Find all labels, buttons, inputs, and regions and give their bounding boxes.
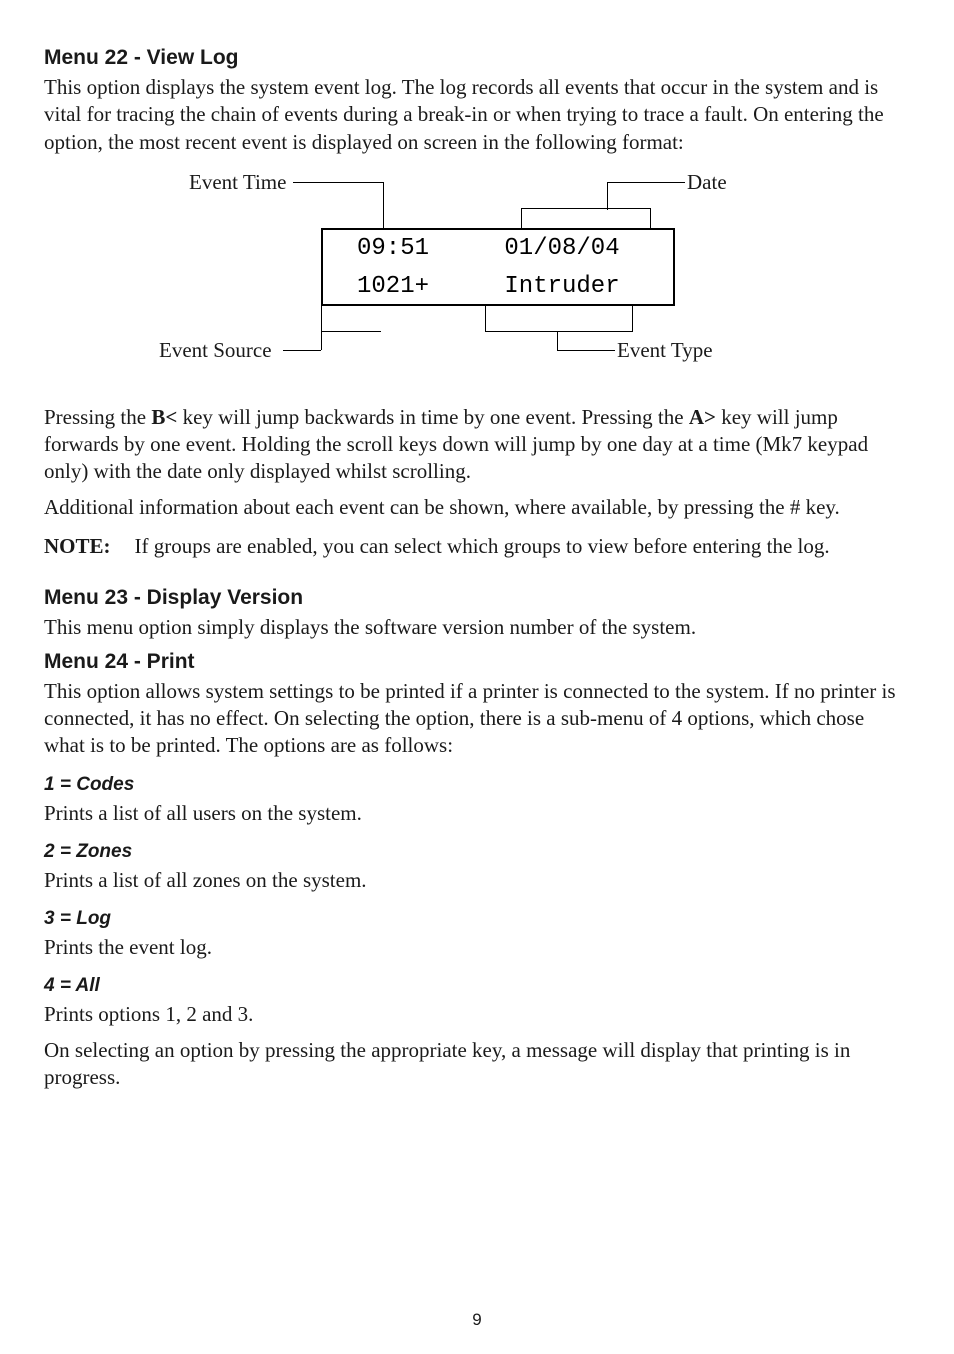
line-type-v xyxy=(557,332,558,350)
label-event-time: Event Time xyxy=(189,170,286,195)
type-frame xyxy=(485,306,633,332)
option-4-heading: 4 = All xyxy=(44,975,910,997)
option-3-heading: 3 = Log xyxy=(44,908,910,930)
key-a-fwd: A> xyxy=(689,405,716,429)
option-1-text: Prints a list of all users on the system… xyxy=(44,800,910,827)
option-3-text: Prints the event log. xyxy=(44,934,910,961)
menu23-heading: Menu 23 - Display Version xyxy=(44,586,910,610)
line-event-time-h xyxy=(293,182,383,183)
event-log-diagram: Event Time Date Event Source Event Type … xyxy=(117,170,837,380)
menu22-paragraph-3: Additional information about each event … xyxy=(44,494,910,521)
option-2-text: Prints a list of all zones on the system… xyxy=(44,867,910,894)
option-1-heading: 1 = Codes xyxy=(44,774,910,796)
menu24-paragraph-2: On selecting an option by pressing the a… xyxy=(44,1037,910,1092)
menu23-paragraph: This menu option simply displays the sof… xyxy=(44,614,910,641)
note-label: NOTE: xyxy=(44,533,111,560)
label-event-source: Event Source xyxy=(159,338,272,363)
line-source-h xyxy=(283,350,321,351)
display-source: 1021+ xyxy=(329,268,457,306)
line-event-time-v xyxy=(383,182,384,228)
line-type-h xyxy=(557,350,615,351)
page-number: 9 xyxy=(0,1310,954,1330)
key-b-back: B< xyxy=(151,405,177,429)
lcd-display: 09:51 01/08/04 1021+ Intruder xyxy=(321,228,675,306)
note-text: If groups are enabled, you can select wh… xyxy=(135,533,830,560)
menu22-paragraph-1: This option displays the system event lo… xyxy=(44,74,910,156)
page-container: Menu 22 - View Log This option displays … xyxy=(0,0,954,1354)
option-2-heading: 2 = Zones xyxy=(44,841,910,863)
date-frame xyxy=(521,208,651,230)
menu22-p2-a: Pressing the xyxy=(44,405,151,429)
option-4-text: Prints options 1, 2 and 3. xyxy=(44,1001,910,1028)
menu22-p2-c: key will jump backwards in time by one e… xyxy=(177,405,689,429)
display-date: 01/08/04 xyxy=(457,230,667,268)
menu24-paragraph-1: This option allows system settings to be… xyxy=(44,678,910,760)
line-source-v xyxy=(321,332,322,350)
menu22-paragraph-2: Pressing the B< key will jump backwards … xyxy=(44,404,910,486)
display-time: 09:51 xyxy=(329,230,457,268)
menu22-heading: Menu 22 - View Log xyxy=(44,46,910,70)
line-date-v xyxy=(607,182,608,210)
display-type: Intruder xyxy=(457,268,667,306)
label-date: Date xyxy=(687,170,727,195)
menu24-heading: Menu 24 - Print xyxy=(44,650,910,674)
note-row: NOTE: If groups are enabled, you can sel… xyxy=(44,529,910,568)
label-event-type: Event Type xyxy=(617,338,713,363)
line-date-h xyxy=(607,182,685,183)
source-frame xyxy=(321,306,381,332)
